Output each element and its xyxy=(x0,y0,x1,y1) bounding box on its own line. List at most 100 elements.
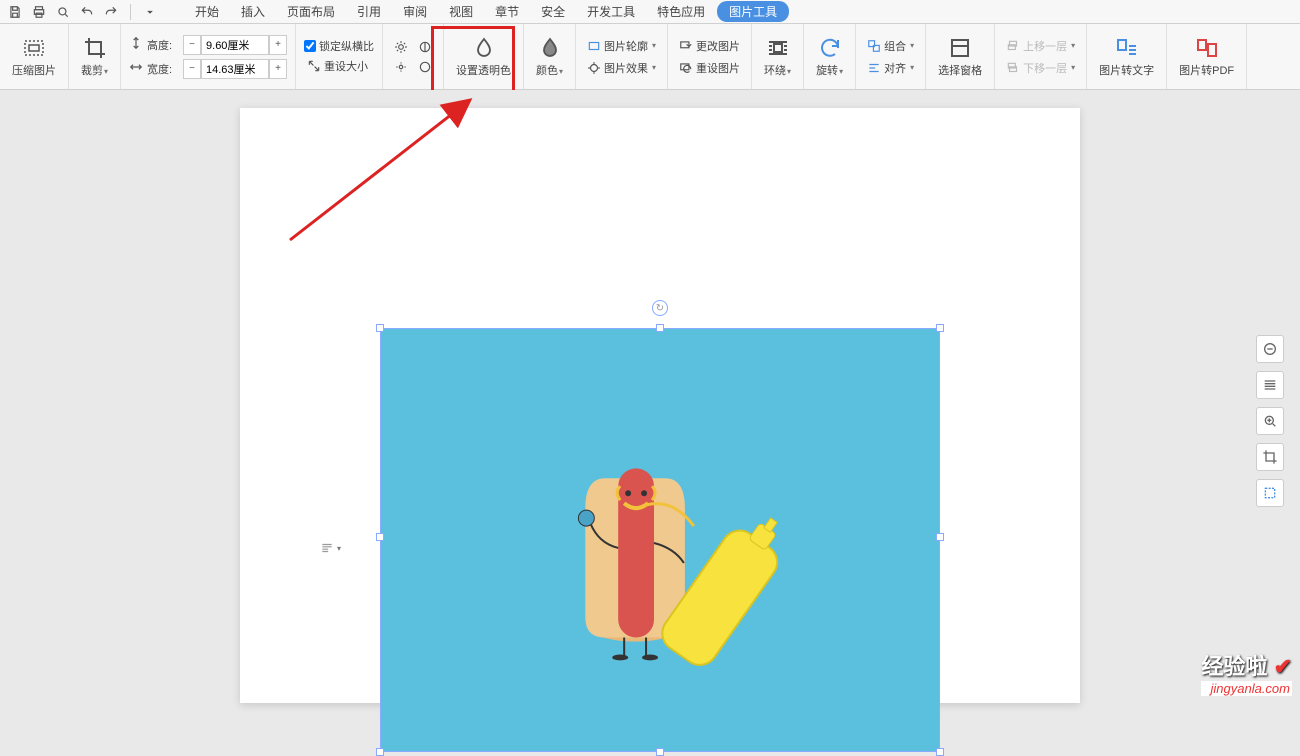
resize-handle-tr[interactable] xyxy=(936,324,944,332)
tab-start[interactable]: 开始 xyxy=(185,1,229,22)
droplet-icon xyxy=(472,36,496,60)
resize-handle-bm[interactable] xyxy=(656,748,664,756)
brightness-up-button[interactable] xyxy=(391,38,411,56)
resize-handle-tl[interactable] xyxy=(376,324,384,332)
group-totext: 图片转文字 xyxy=(1087,24,1167,89)
selection-pane-button[interactable]: 选择窗格 xyxy=(932,34,988,80)
tab-insert[interactable]: 插入 xyxy=(231,1,275,22)
width-plus-button[interactable]: + xyxy=(269,59,287,79)
height-plus-button[interactable]: + xyxy=(269,35,287,55)
zoom-button[interactable] xyxy=(1256,407,1284,435)
height-input[interactable] xyxy=(201,35,269,55)
resize-handle-tm[interactable] xyxy=(656,324,664,332)
wrap-label: 环绕▾ xyxy=(764,62,791,78)
fit-button[interactable] xyxy=(1256,335,1284,363)
reset-picture-button[interactable]: 重设图片 xyxy=(676,58,743,78)
crop-icon xyxy=(83,36,107,60)
reset-size-button[interactable]: 重设大小 xyxy=(304,56,374,76)
brightness-down-button[interactable] xyxy=(391,58,411,76)
picture-to-text-button[interactable]: 图片转文字 xyxy=(1093,34,1160,80)
group-selpane: 选择窗格 xyxy=(926,24,995,89)
tab-special[interactable]: 特色应用 xyxy=(647,1,715,22)
undo-icon[interactable] xyxy=(76,2,98,22)
document-canvas[interactable]: ▾ ↻ xyxy=(0,90,1300,700)
effect-button[interactable]: 图片效果▾ xyxy=(584,58,659,78)
group-compress: 压缩图片 xyxy=(0,24,69,89)
height-icon xyxy=(129,36,143,53)
set-transparent-color-button[interactable]: 设置透明色 xyxy=(450,34,517,80)
to-pdf-label: 图片转PDF xyxy=(1179,62,1234,78)
group-button[interactable]: 组合▾ xyxy=(864,36,917,56)
layout-button[interactable] xyxy=(1256,371,1284,399)
reset-size-label: 重设大小 xyxy=(324,58,368,74)
width-spinner[interactable]: − + xyxy=(183,58,287,80)
contrast-up-button[interactable] xyxy=(415,38,435,56)
contrast-down-button[interactable] xyxy=(415,58,435,76)
crop-button[interactable]: 裁剪▾ xyxy=(75,34,114,80)
tab-view[interactable]: 视图 xyxy=(439,1,483,22)
pdf-icon xyxy=(1195,36,1219,60)
resize-handle-br[interactable] xyxy=(936,748,944,756)
align-button[interactable]: 对齐▾ xyxy=(864,58,917,78)
save-icon[interactable] xyxy=(4,2,26,22)
ribbon-toolbar: 压缩图片 裁剪▾ 高度: − + 宽度: − + 锁 xyxy=(0,24,1300,90)
width-minus-button[interactable]: − xyxy=(183,59,201,79)
selected-image[interactable]: ↻ xyxy=(380,322,940,752)
group-transparent: 设置透明色 xyxy=(444,24,524,89)
dropdown-icon[interactable] xyxy=(139,2,161,22)
outline-button[interactable]: 图片轮廓▾ xyxy=(584,36,659,56)
floating-side-panel xyxy=(1256,335,1288,507)
print-icon[interactable] xyxy=(28,2,50,22)
lock-ratio-input[interactable] xyxy=(304,40,316,52)
tab-pagelayout[interactable]: 页面布局 xyxy=(277,1,345,22)
group-picstyle: 图片轮廓▾ 图片效果▾ xyxy=(576,24,668,89)
selection-pane-label: 选择窗格 xyxy=(938,62,982,78)
height-spinner[interactable]: − + xyxy=(183,34,287,56)
group-wrap: 环绕▾ xyxy=(752,24,804,89)
tab-review[interactable]: 审阅 xyxy=(393,1,437,22)
group-color: 颜色▾ xyxy=(524,24,576,89)
height-label: 高度: xyxy=(147,37,179,53)
rotate-handle[interactable]: ↻ xyxy=(652,300,668,316)
picture-to-pdf-button[interactable]: 图片转PDF xyxy=(1173,34,1240,80)
to-text-label: 图片转文字 xyxy=(1099,62,1154,78)
rotate-label: 旋转▾ xyxy=(816,62,843,78)
crop-side-button[interactable] xyxy=(1256,443,1284,471)
resize-handle-mr[interactable] xyxy=(936,533,944,541)
wrap-icon xyxy=(766,36,790,60)
width-input[interactable] xyxy=(201,59,269,79)
redo-icon[interactable] xyxy=(100,2,122,22)
group-change: 更改图片 重设图片 xyxy=(668,24,752,89)
wrap-button[interactable]: 环绕▾ xyxy=(758,34,797,80)
tab-devtools[interactable]: 开发工具 xyxy=(577,1,645,22)
menu-bar: 开始 插入 页面布局 引用 审阅 视图 章节 安全 开发工具 特色应用 图片工具 xyxy=(0,0,1300,24)
tab-security[interactable]: 安全 xyxy=(531,1,575,22)
color-button[interactable]: 颜色▾ xyxy=(530,34,569,80)
color-icon xyxy=(538,36,562,60)
height-minus-button[interactable]: − xyxy=(183,35,201,55)
group-crop: 裁剪▾ xyxy=(69,24,121,89)
paragraph-layout-button[interactable]: ▾ xyxy=(320,540,342,556)
move-down-button[interactable]: 下移一层▾ xyxy=(1003,58,1078,78)
compress-label: 压缩图片 xyxy=(12,62,56,78)
resize-handle-ml[interactable] xyxy=(376,533,384,541)
group-rotate: 旋转▾ xyxy=(804,24,856,89)
tab-section[interactable]: 章节 xyxy=(485,1,529,22)
compress-picture-button[interactable]: 压缩图片 xyxy=(6,34,62,80)
image-body[interactable] xyxy=(380,328,940,752)
tab-picturetools[interactable]: 图片工具 xyxy=(717,1,789,22)
lock-ratio-checkbox[interactable]: 锁定纵横比 xyxy=(304,38,374,54)
width-icon xyxy=(129,60,143,77)
rotate-button[interactable]: 旋转▾ xyxy=(810,34,849,80)
tab-references[interactable]: 引用 xyxy=(347,1,391,22)
resize-handle-bl[interactable] xyxy=(376,748,384,756)
hotdog-illustration xyxy=(381,329,939,751)
color-label: 颜色▾ xyxy=(536,62,563,78)
change-picture-button[interactable]: 更改图片 xyxy=(676,36,743,56)
crop-label: 裁剪▾ xyxy=(81,62,108,78)
preview-icon[interactable] xyxy=(52,2,74,22)
compress-icon xyxy=(22,36,46,60)
select-button[interactable] xyxy=(1256,479,1284,507)
separator xyxy=(130,4,131,20)
move-up-button[interactable]: 上移一层▾ xyxy=(1003,36,1078,56)
